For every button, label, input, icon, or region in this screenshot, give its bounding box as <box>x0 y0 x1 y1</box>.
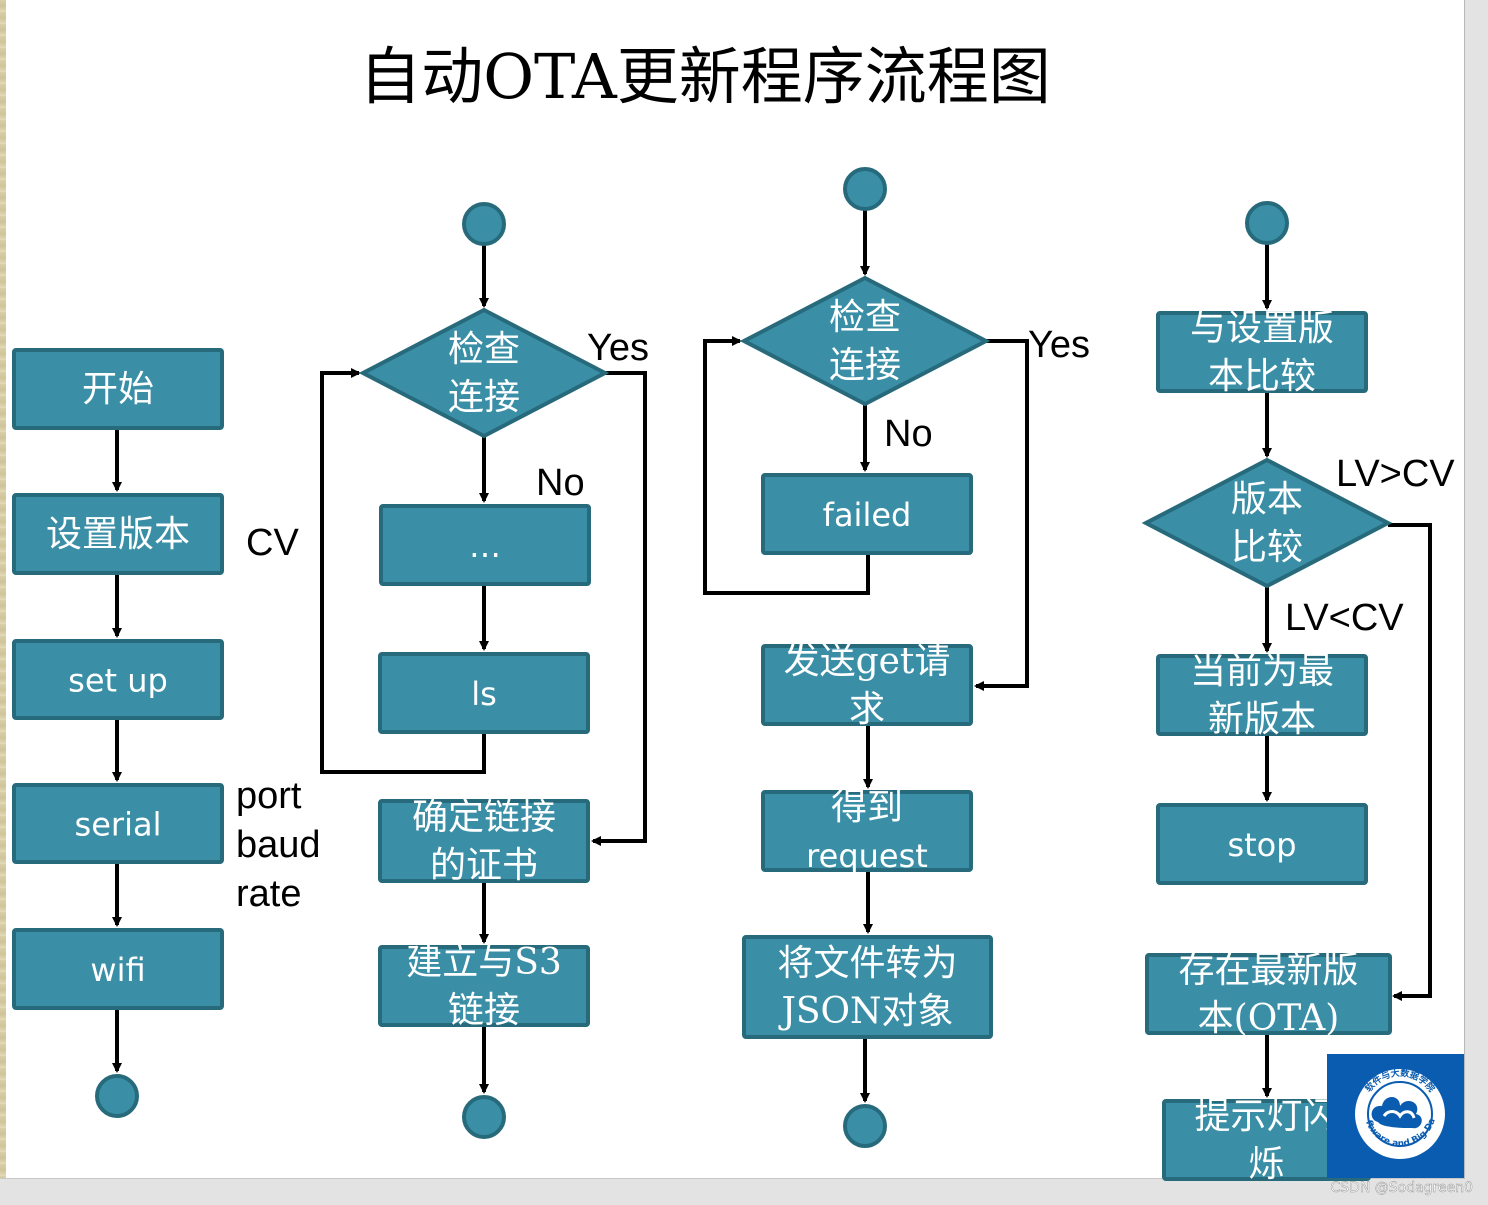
node-label: 本(OTA) <box>1198 998 1340 1039</box>
node-label: 提示灯闪 <box>1194 1096 1338 1137</box>
node-label: 将文件转为 <box>777 943 957 984</box>
annotation-yes: Yes <box>587 327 649 369</box>
connector-lv-gt-cv <box>1388 523 1432 1001</box>
page-title: 自动OTA更新程序流程图 <box>359 40 1051 113</box>
node-label: 新版本 <box>1208 699 1316 740</box>
node-http-request-send-get: 发送get请求 <box>761 641 973 730</box>
nodes: 开始设置版本set upserialwifi检查连接…ls确定链接的证书建立与S… <box>12 167 1393 1185</box>
node-label: 的证书 <box>430 845 538 886</box>
node-http-request-to-json: 将文件转为 JSON对象 <box>742 935 993 1039</box>
node-s3-connect-ls: ls <box>378 652 590 734</box>
connector-yes <box>591 371 647 846</box>
node-label: 连接 <box>829 345 901 386</box>
annotation-baud: baud <box>236 824 321 866</box>
node-label: 存在最新版 <box>1178 950 1358 991</box>
node-s3-connect-determine-cert: 确定链接的证书 <box>378 797 590 886</box>
node-label: 当前为最 <box>1190 651 1334 692</box>
annotation-cv: CV <box>246 522 299 564</box>
node-http-request-check-connection: 检查连接 <box>739 275 991 407</box>
node-http-request-start <box>843 167 887 211</box>
annotation-port: port <box>236 775 302 817</box>
terminal-circle <box>95 1074 139 1118</box>
node-label: wifi <box>90 951 145 989</box>
node-setup-set-up: set up <box>12 639 224 720</box>
node-label: 连接 <box>448 377 520 418</box>
annotation-rate: rate <box>236 873 301 915</box>
terminal-circle <box>462 202 506 246</box>
node-label: 检查 <box>448 329 520 370</box>
node-label: failed <box>823 496 912 534</box>
node-label: 检查 <box>829 297 901 338</box>
node-label: JSON对象 <box>777 991 953 1032</box>
connector-yes <box>974 339 1029 691</box>
node-version-check-start <box>1245 201 1289 245</box>
node-s3-connect-end <box>462 1095 506 1139</box>
node-setup-set-version: 设置版本 <box>12 493 224 575</box>
node-label: 设置版本 <box>46 514 190 555</box>
node-http-request-get-request: 得到 request <box>761 787 973 875</box>
node-version-check-newer-exists: 存在最新版本(OTA) <box>1145 950 1392 1039</box>
node-label: 烁 <box>1248 1144 1284 1185</box>
annotation-yes: Yes <box>1028 324 1090 366</box>
node-label: 发送get请 <box>784 641 951 682</box>
node-label: 开始 <box>82 369 154 410</box>
node-s3-connect-start <box>462 202 506 246</box>
node-label: 本比较 <box>1208 356 1316 397</box>
node-version-check-is-latest: 当前为最新版本 <box>1156 651 1368 740</box>
annotation-lv-gt-cv: LV>CV <box>1336 453 1455 495</box>
watermark: CSDN @Sodagreen0 <box>1330 1180 1473 1196</box>
terminal-circle <box>843 167 887 211</box>
node-http-request-end <box>843 1104 887 1148</box>
node-setup-start: 开始 <box>12 348 224 430</box>
annotation-lv-lt-cv: LV<CV <box>1285 597 1404 639</box>
node-label: 建立与S3 <box>406 942 562 983</box>
terminal-circle <box>1245 201 1289 245</box>
annotation-no: No <box>884 413 933 455</box>
annotation-no: No <box>536 462 585 504</box>
node-label: stop <box>1227 826 1296 864</box>
node-label: 求 <box>849 689 885 730</box>
node-setup-wifi: wifi <box>12 928 224 1010</box>
node-setup-serial: serial <box>12 783 224 864</box>
node-version-check-stop: stop <box>1156 803 1368 885</box>
node-s3-connect-check-connection: 检查连接 <box>358 307 610 439</box>
node-s3-connect-ellipsis: … <box>379 504 591 586</box>
node-label: 与设置版 <box>1190 308 1334 349</box>
node-label: 链接 <box>448 990 520 1031</box>
node-label: set up <box>68 662 168 700</box>
node-label: 得到 <box>831 787 903 828</box>
node-label: 比较 <box>1231 527 1303 568</box>
terminal-circle <box>843 1104 887 1148</box>
node-label: 确定链接 <box>412 797 556 838</box>
node-label: … <box>469 527 501 565</box>
terminal-circle <box>462 1095 506 1139</box>
node-label: serial <box>75 806 162 844</box>
node-label: request <box>806 837 928 875</box>
node-version-check-compare-set-version: 与设置版本比较 <box>1156 308 1368 397</box>
flowchart: 自动OTA更新程序流程图 开始设置版本set upserialwifi检查连接…… <box>0 0 1473 1196</box>
node-http-request-failed: failed <box>761 473 973 555</box>
node-label: ls <box>471 675 497 713</box>
node-setup-end <box>95 1074 139 1118</box>
node-label: 版本 <box>1231 479 1303 520</box>
node-s3-connect-connect-s3: 建立与S3 链接 <box>378 942 590 1031</box>
